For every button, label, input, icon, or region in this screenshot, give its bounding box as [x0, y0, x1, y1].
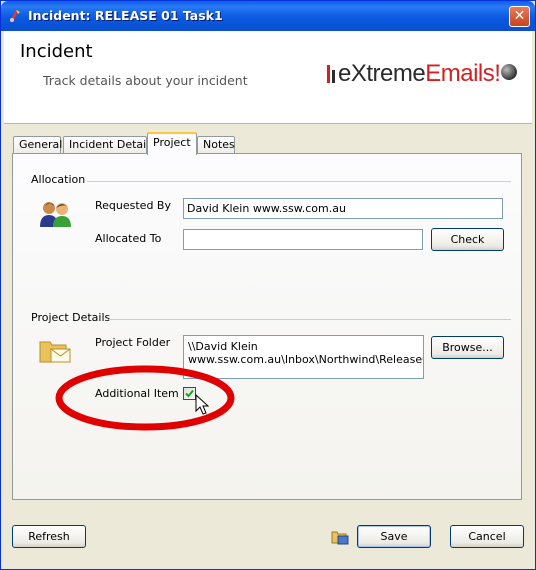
save-to-folder-icon	[331, 531, 349, 545]
save-button[interactable]: Save	[357, 525, 431, 548]
tab-incident-details[interactable]: Incident Details	[63, 136, 155, 154]
tab-project[interactable]: Project	[147, 132, 197, 155]
allocation-group-label: Allocation	[31, 173, 86, 186]
tab-notes[interactable]: Notes	[197, 136, 235, 154]
extremeemails-logo: eXtremeEmails!	[326, 59, 518, 91]
app-icon	[10, 10, 20, 22]
logo-prefix: e	[338, 60, 351, 87]
requested-by-label: Requested By	[95, 199, 171, 212]
allocated-to-field[interactable]	[183, 229, 423, 250]
page-title: Incident	[20, 41, 93, 62]
project-tab-panel: Allocation Requested By David Klein www.…	[12, 153, 522, 500]
tab-general[interactable]: General	[13, 136, 62, 154]
close-icon: ✕	[513, 8, 526, 24]
cancel-button[interactable]: Cancel	[450, 525, 524, 548]
project-folder-label: Project Folder	[95, 336, 171, 349]
requested-by-field[interactable]: David Klein www.ssw.com.au	[183, 198, 503, 219]
globe-icon	[501, 64, 518, 80]
check-button[interactable]: Check	[431, 228, 504, 251]
page-subtitle: Track details about your incident	[43, 73, 248, 88]
users-icon	[40, 202, 71, 227]
header-banner: Incident Track details about your incide…	[4, 31, 532, 124]
browse-button[interactable]: Browse...	[431, 336, 504, 359]
close-button[interactable]: ✕	[509, 6, 530, 27]
window-title: Incident: RELEASE 01 Task1	[28, 8, 223, 23]
project-details-divider	[109, 319, 511, 320]
logo-mark-icon	[327, 65, 335, 83]
folder-mail-icon	[39, 341, 71, 363]
allocated-to-label: Allocated To	[95, 232, 162, 245]
logo-text-dark: Xtreme	[350, 60, 426, 87]
title-bar[interactable]: Incident: RELEASE 01 Task1 ✕	[1, 1, 535, 31]
allocation-divider	[87, 181, 511, 182]
mouse-cursor-icon	[195, 394, 210, 415]
refresh-button[interactable]: Refresh	[12, 525, 86, 548]
project-details-group-label: Project Details	[31, 311, 111, 324]
logo-text-red: Emails!	[425, 60, 501, 87]
incident-dialog: Incident: RELEASE 01 Task1 ✕ Incident Tr…	[0, 0, 536, 570]
